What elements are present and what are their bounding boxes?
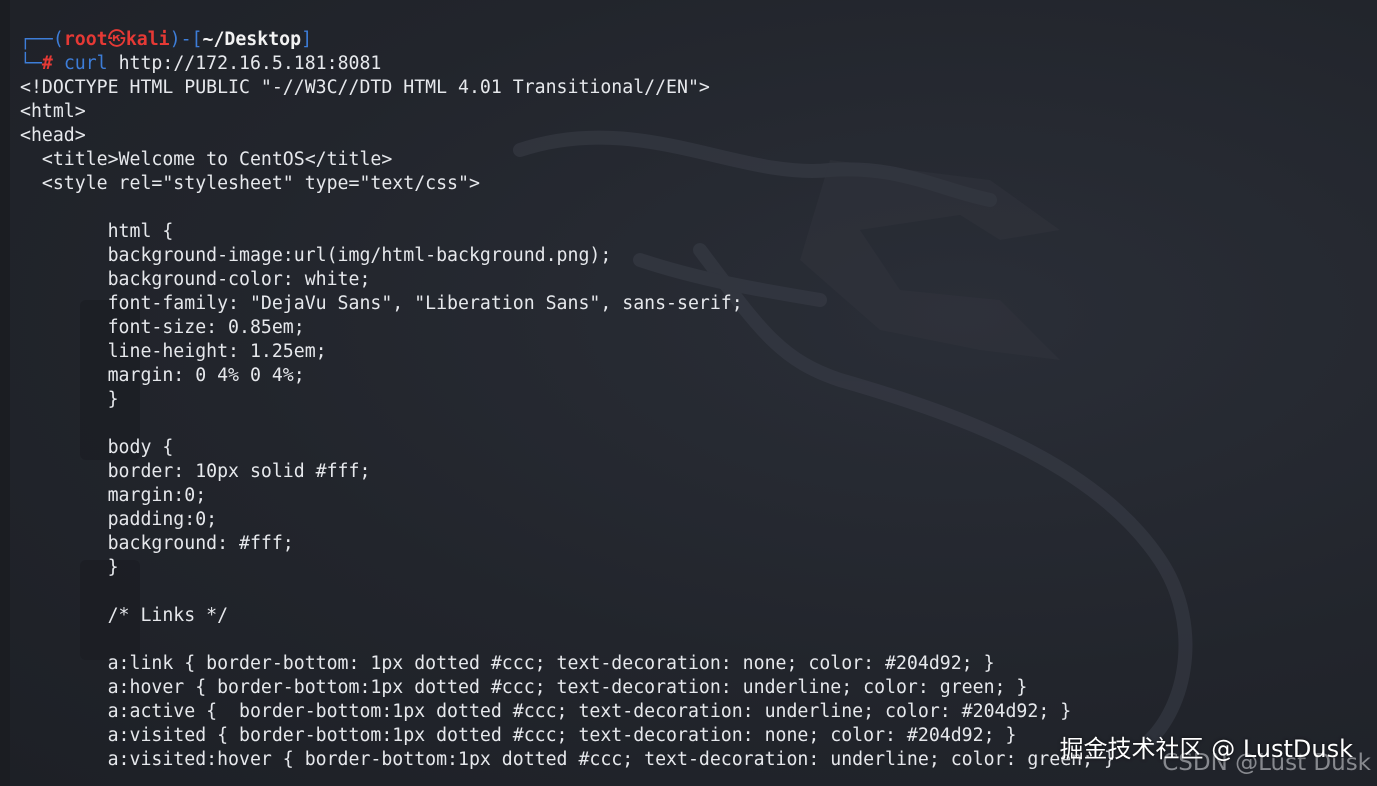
output-line: margin:0; bbox=[20, 485, 207, 506]
output-line: <title>Welcome to CentOS</title> bbox=[20, 149, 393, 170]
output-line: a:active { border-bottom:1px dotted #ccc… bbox=[20, 701, 1072, 722]
juejin-watermark: 掘金技术社区 @ LustDusk bbox=[1059, 735, 1353, 763]
prompt-hash: # bbox=[41, 53, 53, 74]
output-line: a:hover { border-bottom:1px dotted #ccc;… bbox=[20, 677, 1028, 698]
left-panel-edge bbox=[0, 0, 10, 786]
output-line: background-color: white; bbox=[20, 269, 371, 290]
command-output: <!DOCTYPE HTML PUBLIC "-//W3C//DTD HTML … bbox=[20, 76, 1377, 772]
output-line: } bbox=[20, 389, 119, 410]
output-line: body { bbox=[20, 437, 174, 458]
output-line: border: 10px solid #fff; bbox=[20, 461, 371, 482]
output-line: <head> bbox=[20, 125, 86, 146]
output-line: background-image:url(img/html-background… bbox=[20, 245, 612, 266]
terminal-output: ┌──(root㉿kali)-[~/Desktop] └─# curl http… bbox=[20, 28, 1377, 772]
prompt-user: root bbox=[63, 29, 108, 50]
prompt-line-2: └─# curl http://172.16.5.181:8081 bbox=[20, 52, 1377, 76]
output-line: font-size: 0.85em; bbox=[20, 317, 305, 338]
skull-icon: ㉿ bbox=[107, 29, 126, 50]
prompt-frame: )-[ bbox=[169, 29, 203, 50]
output-line: background: #fff; bbox=[20, 533, 294, 554]
terminal-window[interactable]: ┌──(root㉿kali)-[~/Desktop] └─# curl http… bbox=[0, 0, 1377, 786]
command-name: curl bbox=[63, 53, 108, 74]
output-line: html { bbox=[20, 221, 174, 242]
output-line: padding:0; bbox=[20, 509, 218, 530]
output-line: <html> bbox=[20, 101, 86, 122]
command-argument: http://172.16.5.181:8081 bbox=[118, 53, 382, 74]
output-line: <!DOCTYPE HTML PUBLIC "-//W3C//DTD HTML … bbox=[20, 77, 710, 98]
output-line: margin: 0 4% 0 4%; bbox=[20, 365, 305, 386]
prompt-path: ~/Desktop bbox=[202, 29, 302, 50]
output-line: } bbox=[20, 557, 119, 578]
prompt-host: kali bbox=[125, 29, 170, 50]
prompt-frame: └─ bbox=[20, 53, 42, 74]
previous-output-cut bbox=[0, 0, 520, 6]
output-line: line-height: 1.25em; bbox=[20, 341, 327, 362]
prompt-frame: ┌──( bbox=[20, 29, 64, 50]
output-line: font-family: "DejaVu Sans", "Liberation … bbox=[20, 293, 743, 314]
output-line: <style rel="stylesheet" type="text/css"> bbox=[20, 173, 480, 194]
output-line: a:link { border-bottom: 1px dotted #ccc;… bbox=[20, 653, 995, 674]
prompt-frame: ] bbox=[301, 29, 313, 50]
output-line: /* Links */ bbox=[20, 605, 229, 626]
prompt-line-1: ┌──(root㉿kali)-[~/Desktop] bbox=[20, 28, 1377, 52]
